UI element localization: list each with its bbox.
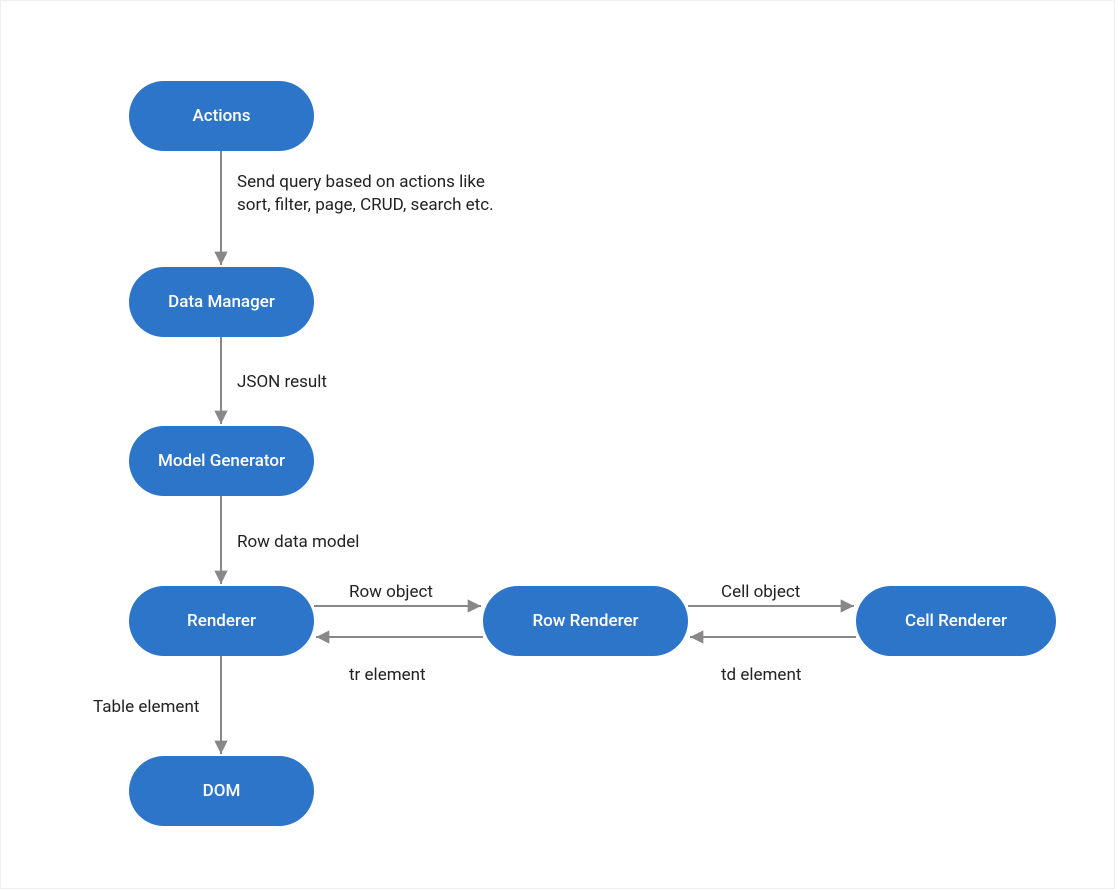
node-label: Row Renderer: [532, 611, 638, 631]
node-actions: Actions: [129, 81, 314, 151]
node-label: Cell Renderer: [905, 611, 1007, 631]
node-renderer: Renderer: [129, 586, 314, 656]
node-row-renderer: Row Renderer: [483, 586, 688, 656]
edge-label-row-to-renderer: tr element: [349, 664, 426, 687]
node-label: Actions: [193, 106, 251, 126]
node-label: Model Generator: [158, 451, 285, 471]
edge-label-renderer-to-row: Row object: [349, 581, 433, 604]
node-cell-renderer: Cell Renderer: [856, 586, 1056, 656]
node-data-manager: Data Manager: [129, 267, 314, 337]
edge-label-row-to-cell: Cell object: [721, 581, 800, 604]
node-label: Data Manager: [168, 292, 275, 312]
edge-label-actions-to-data-manager: Send query based on actions like sort, f…: [237, 171, 494, 217]
node-dom: DOM: [129, 756, 314, 826]
edge-label-data-manager-to-model: JSON result: [237, 371, 327, 394]
node-label: DOM: [203, 781, 241, 801]
node-label: Renderer: [187, 611, 256, 631]
edge-label-model-to-renderer: Row data model: [237, 531, 359, 554]
diagram-canvas: Actions Data Manager Model Generator Ren…: [0, 0, 1115, 889]
edge-label-cell-to-row: td element: [721, 664, 801, 687]
edge-label-renderer-to-dom: Table element: [93, 696, 199, 719]
node-model-generator: Model Generator: [129, 426, 314, 496]
